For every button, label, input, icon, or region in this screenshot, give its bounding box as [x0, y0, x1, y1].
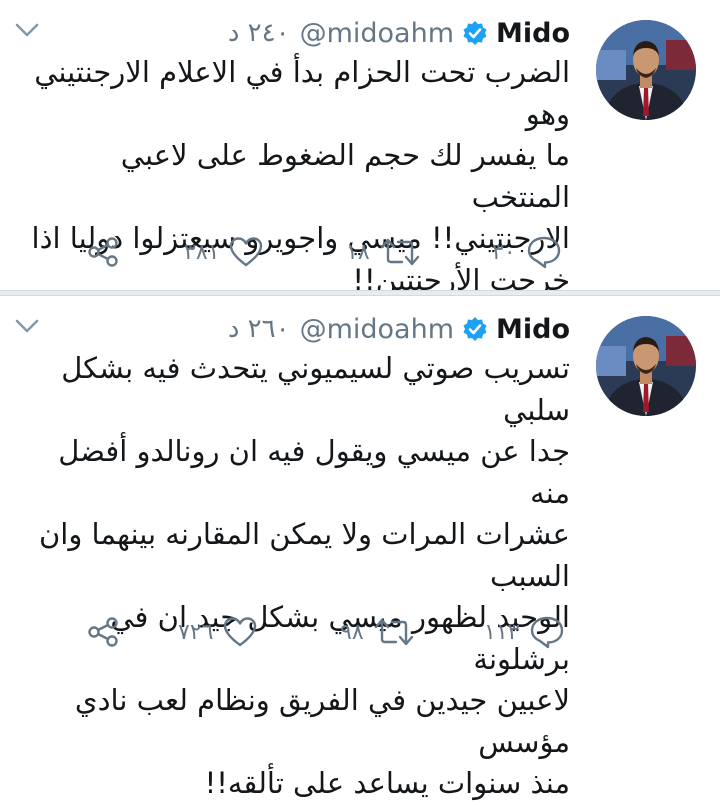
retweet-icon	[380, 238, 419, 266]
reply-count: ١١٣	[484, 619, 520, 645]
tweet-header: ٢٤٠ د @midoahm Mido	[228, 12, 570, 54]
retweet-count: ٩٨	[340, 619, 364, 645]
like-button[interactable]: ٣٨١	[184, 230, 263, 274]
tweet-text-line: تسريب صوتي لسيميوني يتحدث فيه بشكل سلبي	[61, 351, 570, 427]
reply-button[interactable]: ٣٠	[492, 230, 562, 274]
chevron-down-icon[interactable]	[14, 20, 40, 40]
retweet-button[interactable]: ١٨	[346, 230, 420, 274]
verified-badge-icon	[463, 21, 487, 45]
share-icon	[88, 237, 118, 267]
user-name[interactable]: Mido	[496, 18, 570, 49]
tweet-text-line: منذ سنوات يساعد على تألقه!!	[204, 766, 570, 800]
reply-icon	[527, 236, 560, 269]
heart-icon	[224, 617, 257, 647]
tweet-text: تسريب صوتي لسيميوني يتحدث فيه بشكل سلبي …	[16, 348, 570, 805]
retweet-icon	[374, 618, 413, 646]
tweet-text-line: لاعبين جيدين في الفريق ونظام لعب نادي مؤ…	[74, 683, 570, 759]
user-handle[interactable]: @midoahm	[300, 18, 454, 49]
reply-button[interactable]: ١١٣	[484, 610, 565, 654]
avatar[interactable]	[596, 20, 696, 120]
like-count: ٧٢٦	[178, 619, 214, 645]
verified-badge-icon	[463, 317, 487, 341]
heart-icon	[230, 237, 263, 267]
tweet-actions: ٣٨١ ١٨ ٣٠	[0, 230, 720, 274]
tweet[interactable]: ٢٦٠ د @midoahm Mido تسريب صوتي لسيميوني …	[0, 296, 720, 800]
like-count: ٣٨١	[184, 239, 220, 265]
user-name[interactable]: Mido	[496, 314, 570, 345]
tweet-time: ٢٤٠ د	[227, 18, 290, 48]
tweet-time: ٢٦٠ د	[227, 314, 290, 344]
user-handle[interactable]: @midoahm	[300, 314, 454, 345]
like-button[interactable]: ٧٢٦	[178, 610, 257, 654]
tweet-text-line: الضرب تحت الحزام بدأ في الاعلام الارجنتي…	[34, 55, 570, 131]
retweet-button[interactable]: ٩٨	[340, 610, 414, 654]
share-button[interactable]	[86, 230, 120, 274]
chevron-down-icon[interactable]	[14, 316, 40, 336]
tweet-text-line: جدا عن ميسي ويقول فيه ان رونالدو أفضل من…	[58, 434, 570, 510]
reply-icon	[531, 616, 564, 649]
reply-count: ٣٠	[492, 239, 516, 265]
tweet-actions: ٧٢٦ ٩٨ ١١٣	[0, 610, 720, 654]
tweet-text-line: عشرات المرات ولا يمكن المقارنه بينهما وا…	[38, 517, 570, 593]
retweet-count: ١٨	[346, 239, 370, 265]
share-button[interactable]	[86, 610, 120, 654]
tweet-text-line: ما يفسر لك حجم الضغوط على لاعبي المنتخب	[120, 138, 570, 214]
share-icon	[88, 617, 118, 647]
tweet[interactable]: ٢٤٠ د @midoahm Mido الضرب تحت الحزام بدأ…	[0, 0, 720, 297]
tweet-header: ٢٦٠ د @midoahm Mido	[228, 308, 570, 350]
avatar[interactable]	[596, 316, 696, 416]
